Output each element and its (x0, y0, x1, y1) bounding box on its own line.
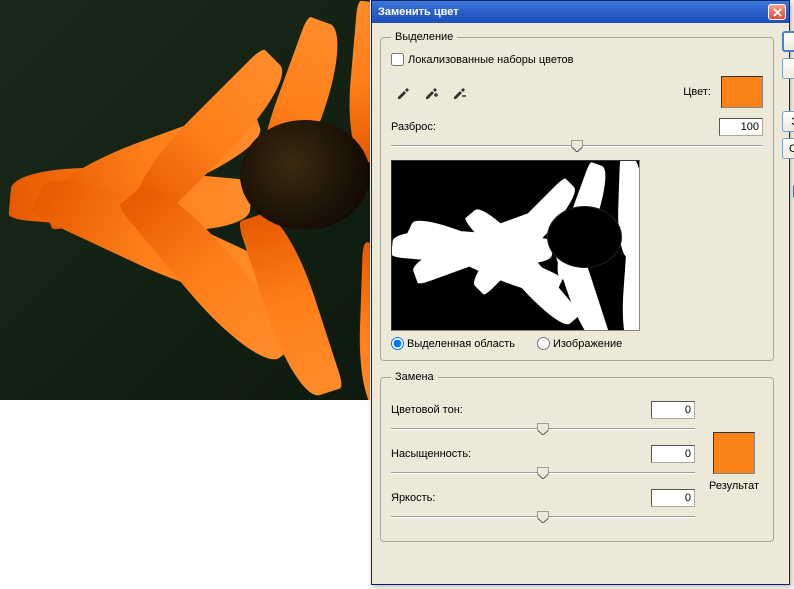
fuzziness-label: Разброс: (391, 121, 436, 133)
background-flower-image (0, 0, 370, 400)
lightness-label: Яркость: (391, 492, 435, 504)
saturation-label: Насыщенность: (391, 448, 471, 460)
selection-preview (391, 160, 640, 331)
selection-legend: Выделение (391, 31, 457, 43)
eyedropper-plus-icon[interactable] (419, 80, 443, 104)
sampled-color-swatch[interactable] (721, 76, 763, 108)
fuzziness-input[interactable] (719, 118, 763, 136)
result-label: Результат (709, 480, 759, 492)
fuzziness-slider[interactable] (391, 138, 763, 154)
saturation-input[interactable] (651, 445, 695, 463)
load-button[interactable]: Загрузить... (782, 111, 794, 132)
hue-slider[interactable] (391, 421, 695, 437)
cancel-button[interactable]: Отмена (782, 58, 794, 79)
lightness-input[interactable] (651, 489, 695, 507)
save-button[interactable]: Сохранить... (782, 138, 794, 159)
hue-input[interactable] (651, 401, 695, 419)
saturation-slider[interactable] (391, 465, 695, 481)
hue-label: Цветовой тон: (391, 404, 463, 416)
color-label: Цвет: (683, 86, 711, 98)
ok-button[interactable]: ОК (782, 31, 794, 52)
replace-color-dialog: Заменить цвет Выделение Локализованные н… (371, 0, 790, 585)
selection-fieldset: Выделение Локализованные наборы цветов (380, 31, 774, 361)
radio-image[interactable] (537, 337, 550, 350)
eyedropper-minus-icon[interactable] (447, 80, 471, 104)
localized-colors-checkbox[interactable] (391, 53, 404, 66)
lightness-slider[interactable] (391, 509, 695, 525)
eyedropper-icon[interactable] (391, 80, 415, 104)
replace-legend: Замена (391, 371, 438, 383)
radio-image-label: Изображение (553, 338, 622, 350)
replace-fieldset: Замена Цветовой тон: Насыщенность: (380, 371, 774, 542)
radio-selection[interactable] (391, 337, 404, 350)
dialog-titlebar[interactable]: Заменить цвет (372, 1, 789, 23)
radio-selection-label: Выделенная область (407, 338, 515, 350)
localized-colors-label: Локализованные наборы цветов (408, 54, 574, 66)
result-color-swatch[interactable] (713, 432, 755, 474)
close-button[interactable] (768, 4, 786, 20)
dialog-title: Заменить цвет (378, 6, 459, 18)
